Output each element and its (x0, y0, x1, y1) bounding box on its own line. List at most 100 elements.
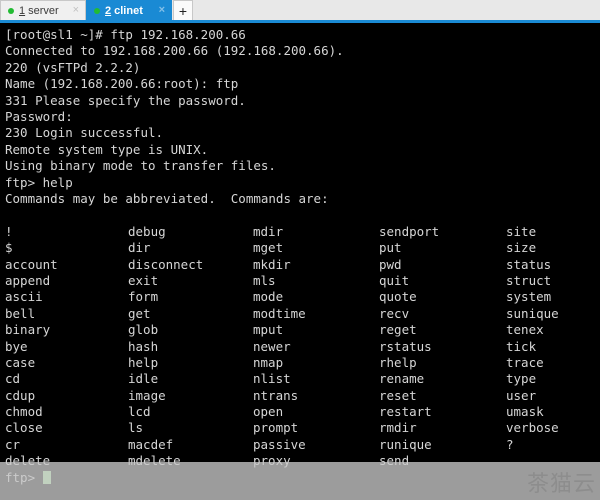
ftp-command-item: system (506, 289, 552, 305)
terminal-window: 1 server × 2 clinet × + [root@sl1 ~]# ft… (0, 0, 600, 500)
ftp-command-item: runique (379, 436, 432, 452)
ftp-command-column: debug dir disconnect exit form get glob hash hel… (128, 224, 203, 470)
terminal-line: Name (192.168.200.66:root): ftp (5, 76, 239, 92)
tab-number: 2 (105, 4, 112, 17)
tab-number: 1 (19, 4, 26, 17)
ftp-command-item: quote (379, 289, 417, 305)
ftp-command-item: pwd (379, 256, 402, 272)
ftp-command-item: ascii (5, 289, 43, 305)
ftp-command-item: quit (379, 272, 410, 288)
tab-label: server (28, 4, 59, 17)
ftp-command-item: rstatus (379, 338, 432, 354)
ftp-command-item: glob (128, 322, 159, 338)
ftp-command-item: newer (253, 338, 291, 354)
ftp-command-item: get (128, 305, 151, 321)
ftp-command-item: debug (128, 223, 166, 239)
ftp-command-item: mget (253, 240, 284, 256)
ftp-command-item: prompt (253, 420, 299, 436)
tab-label: clinet (114, 4, 143, 17)
terminal-line: [root@sl1 ~]# ftp 192.168.200.66 (5, 27, 246, 42)
ftp-command-item: umask (506, 404, 544, 420)
ftp-command-item: mode (253, 289, 284, 305)
ftp-command-item: rename (379, 371, 425, 387)
ftp-command-item: passive (253, 436, 306, 452)
ftp-command-item: case (5, 354, 36, 370)
ftp-command-item: form (128, 289, 159, 305)
ftp-command-item: ntrans (253, 387, 299, 403)
ftp-command-item: exit (128, 272, 159, 288)
watermark: 茶猫云 (526, 472, 596, 497)
terminal-line: Connected to 192.168.200.66 (192.168.200… (5, 43, 344, 59)
ftp-command-item: bye (5, 338, 28, 354)
ftp-command-column: sendport put pwd quit quote recv reget rstatus r… (379, 224, 439, 470)
ftp-command-item: chmod (5, 404, 43, 420)
ftp-command-item: trace (506, 354, 544, 370)
ftp-command-item: reget (379, 322, 417, 338)
tab-status-dot-icon (94, 7, 100, 14)
ftp-command-item: cr (5, 436, 21, 452)
tab-close-icon[interactable]: × (149, 5, 165, 16)
ftp-command-item: type (506, 371, 537, 387)
ftp-command-item: ! (5, 223, 13, 239)
ftp-command-item: disconnect (128, 256, 204, 272)
ftp-command-item: mls (253, 272, 276, 288)
ftp-command-item: bell (5, 305, 36, 321)
tab-close-icon[interactable]: × (63, 5, 79, 16)
ftp-command-item: rhelp (379, 354, 417, 370)
ftp-command-item: cd (5, 371, 21, 387)
ftp-command-item: restart (379, 404, 432, 420)
ftp-command-item: idle (128, 371, 159, 387)
ftp-command-item: close (5, 420, 43, 436)
terminal-line: Commands may be abbreviated. Commands ar… (5, 191, 329, 206)
ftp-command-item: ls (128, 420, 144, 436)
ftp-command-item: site (506, 223, 537, 239)
terminal-line: ftp> help (5, 174, 73, 190)
ftp-command-item: $ (5, 240, 13, 256)
ftp-command-item: reset (379, 387, 417, 403)
terminal-line: Using binary mode to transfer files. (5, 158, 276, 174)
ftp-command-item: status (506, 256, 552, 272)
ftp-command-item: recv (379, 305, 410, 321)
ftp-prompt-text: ftp> (5, 469, 43, 485)
ftp-command-column: mdir mget mkdir mls mode modtime mput newer nmap… (253, 224, 306, 470)
tab-bar-empty-area (193, 0, 600, 20)
ftp-command-item: cdup (5, 387, 36, 403)
ftp-command-column: ! $ account append ascii bell binary bye case cd c… (5, 224, 58, 470)
tab-2-clinet[interactable]: 2 clinet × (86, 0, 172, 20)
ftp-command-item: append (5, 272, 51, 288)
terminal-line: Password: (5, 109, 73, 124)
ftp-command-item: verbose (506, 420, 559, 436)
ftp-command-item: rmdir (379, 420, 417, 436)
ftp-command-item: binary (5, 322, 51, 338)
ftp-command-item: nlist (253, 371, 291, 387)
ftp-command-item: mdelete (128, 453, 181, 469)
ftp-command-item: hash (128, 338, 159, 354)
ftp-command-item: mkdir (253, 256, 291, 272)
terminal-line: Remote system type is UNIX. (5, 141, 209, 157)
ftp-command-item: help (128, 354, 159, 370)
ftp-command-item: tick (506, 338, 537, 354)
ftp-command-item: sunique (506, 305, 559, 321)
new-tab-button[interactable]: + (173, 0, 193, 20)
ftp-command-item: sendport (379, 223, 440, 239)
terminal-line: 331 Please specify the password. (5, 92, 246, 108)
ftp-command-item: account (5, 256, 58, 272)
terminal-output[interactable]: [root@sl1 ~]# ftp 192.168.200.66 Connecte… (0, 23, 600, 500)
ftp-command-item: tenex (506, 322, 544, 338)
ftp-command-item: mdir (253, 223, 284, 239)
ftp-command-item: send (379, 453, 410, 469)
ftp-command-item: ? (506, 436, 514, 452)
terminal-prompt-line[interactable]: ftp> (5, 470, 51, 486)
text-cursor (42, 470, 51, 484)
tab-1-server[interactable]: 1 server × (0, 0, 86, 20)
ftp-command-item: size (506, 240, 537, 256)
ftp-command-column: site size status struct system sunique tenex ti… (506, 224, 559, 453)
ftp-command-item: lcd (128, 404, 151, 420)
ftp-command-item: mput (253, 322, 284, 338)
terminal-line: 230 Login successful. (5, 125, 164, 141)
tab-bar: 1 server × 2 clinet × + (0, 0, 600, 23)
ftp-command-item: dir (128, 240, 151, 256)
ftp-command-item: nmap (253, 354, 284, 370)
ftp-command-item: image (128, 387, 166, 403)
ftp-command-item: user (506, 387, 537, 403)
